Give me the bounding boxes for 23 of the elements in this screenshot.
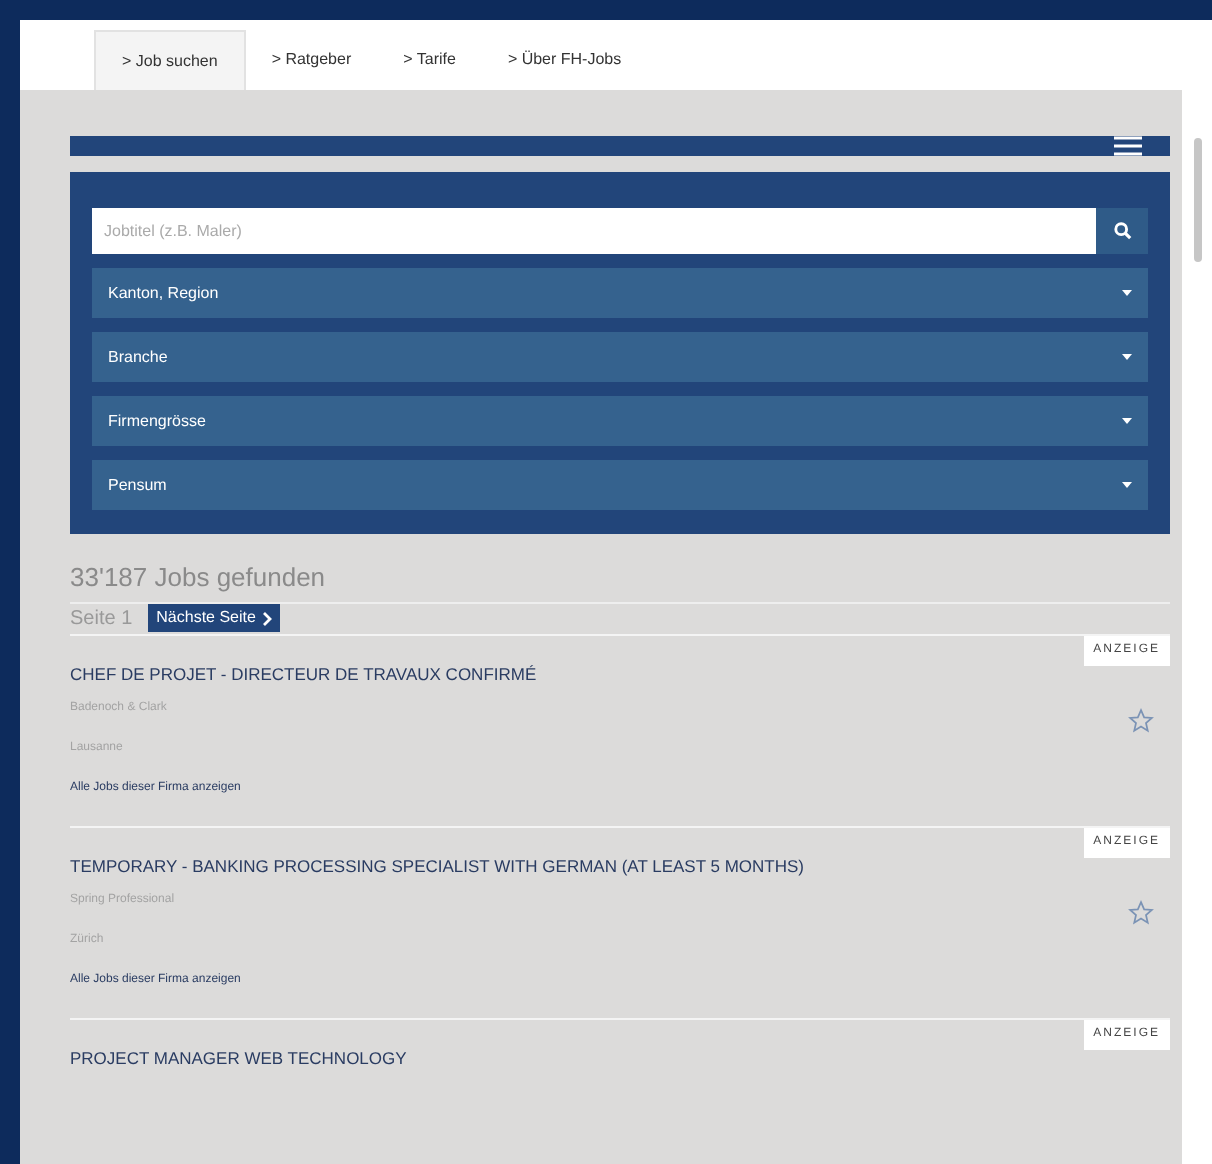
results-count: 33'187 Jobs gefunden xyxy=(70,560,328,596)
filter-dropdown[interactable]: Branche xyxy=(92,332,1148,382)
page-number: Seite 1 xyxy=(70,605,133,633)
caret-icon xyxy=(1122,290,1132,296)
job-title[interactable]: TEMPORARY - BANKING PROCESSING SPECIALIST WITH GERMAN (AT LEAST 5 MONTHS) xyxy=(70,853,804,877)
search-button[interactable] xyxy=(1096,208,1148,254)
search-field[interactable]: Jobtitel (z.B. Maler) xyxy=(92,208,1096,254)
star-icon[interactable] xyxy=(1128,899,1154,925)
filter-dropdown[interactable]: Kanton, Region xyxy=(92,268,1148,318)
nav-tab[interactable]: > Job suchen xyxy=(94,30,246,90)
filter-dropdown[interactable]: Pensum xyxy=(92,460,1148,510)
caret-icon xyxy=(1122,354,1132,360)
chevron-icon xyxy=(261,611,272,625)
next-page-button[interactable]: Nächste Seite xyxy=(148,604,280,632)
scrollbar-thumb[interactable] xyxy=(1193,138,1201,262)
job-title[interactable]: CHEF DE PROJET - DIRECTEUR DE TRAVAUX CONFIRMÉ xyxy=(70,661,537,685)
star-icon[interactable] xyxy=(1128,707,1154,733)
job-title[interactable]: PROJECT MANAGER WEB TECHNOLOGY xyxy=(70,1045,407,1069)
caret-icon xyxy=(1122,482,1132,488)
search-icon xyxy=(1113,222,1131,240)
filter-dropdown[interactable]: Firmengrösse xyxy=(92,396,1148,446)
menu-icon[interactable] xyxy=(1114,136,1142,156)
caret-icon xyxy=(1122,418,1132,424)
